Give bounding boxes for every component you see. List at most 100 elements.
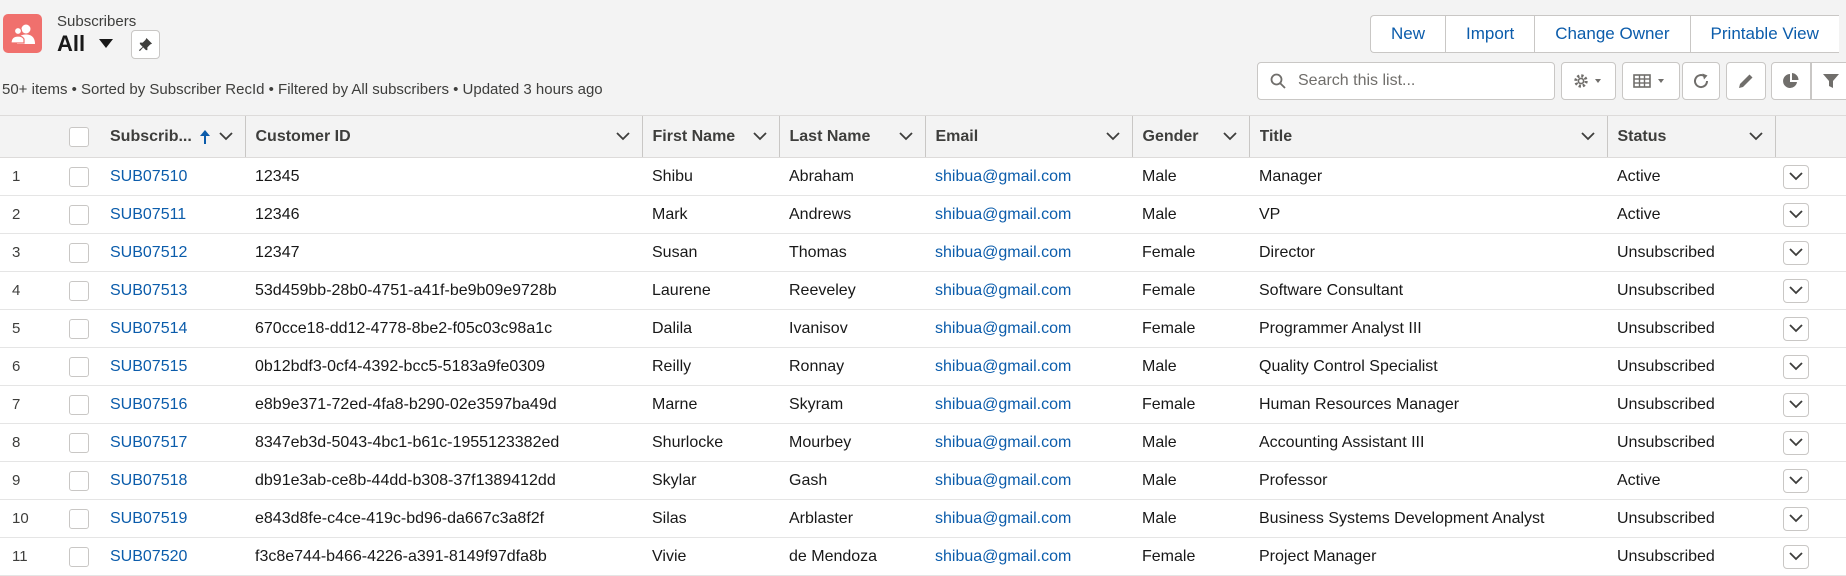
column-header-first-name[interactable]: First Name xyxy=(642,116,780,158)
subscriber-link[interactable]: SUB07512 xyxy=(100,233,245,272)
row-checkbox[interactable] xyxy=(69,432,89,453)
row-actions-cell xyxy=(1775,157,1846,196)
change-owner-button[interactable]: Change Owner xyxy=(1535,16,1691,52)
refresh-button[interactable] xyxy=(1682,62,1720,100)
column-header-gender[interactable]: Gender xyxy=(1132,116,1250,158)
column-header-customer-id[interactable]: Customer ID xyxy=(245,116,643,158)
list-view-selector[interactable]: All xyxy=(57,31,114,57)
row-actions-cell xyxy=(1775,385,1846,424)
chevron-down-icon xyxy=(752,132,767,141)
last-name-cell: Skyram xyxy=(779,385,925,424)
customer-id-cell: 0b12bdf3-0cf4-4392-bcc5-5183a9fe0309 xyxy=(245,347,642,386)
row-checkbox[interactable] xyxy=(69,356,89,377)
row-actions-button[interactable] xyxy=(1783,468,1809,493)
email-link[interactable]: shibua@gmail.com xyxy=(925,461,1132,500)
column-header-email[interactable]: Email xyxy=(925,116,1133,158)
list-settings-button[interactable] xyxy=(1561,62,1616,100)
email-link[interactable]: shibua@gmail.com xyxy=(925,347,1132,386)
title-cell: VP xyxy=(1249,195,1607,234)
column-header-last-name[interactable]: Last Name xyxy=(779,116,926,158)
row-checkbox[interactable] xyxy=(69,546,89,567)
import-button[interactable]: Import xyxy=(1446,16,1536,52)
customer-id-cell: 12347 xyxy=(245,233,642,272)
email-link[interactable]: shibua@gmail.com xyxy=(925,195,1132,234)
filter-button[interactable] xyxy=(1811,62,1846,100)
last-name-cell: Mourbey xyxy=(779,423,925,462)
chevron-down-icon xyxy=(1580,132,1595,141)
customer-id-cell: 12346 xyxy=(245,195,642,234)
column-header-title[interactable]: Title xyxy=(1249,116,1608,158)
chevron-down-icon xyxy=(1789,476,1803,485)
row-number: 11 xyxy=(0,537,55,576)
display-as-button[interactable] xyxy=(1622,62,1680,100)
email-link[interactable]: shibua@gmail.com xyxy=(925,537,1132,576)
table-row: 10 SUB07519 e843d8fe-c4ce-419c-bd96-da667c… xyxy=(0,499,1846,538)
subscriber-link[interactable]: SUB07518 xyxy=(100,461,245,500)
row-actions-button[interactable] xyxy=(1783,164,1809,189)
email-link[interactable]: shibua@gmail.com xyxy=(925,385,1132,424)
title-cell: Manager xyxy=(1249,157,1607,196)
row-checkbox-cell xyxy=(55,157,100,196)
email-link[interactable]: shibua@gmail.com xyxy=(925,423,1132,462)
new-button[interactable]: New xyxy=(1371,16,1447,52)
row-actions-button[interactable] xyxy=(1783,506,1809,531)
last-name-cell: Andrews xyxy=(779,195,925,234)
row-actions-cell xyxy=(1775,499,1846,538)
pin-button[interactable] xyxy=(131,30,160,59)
first-name-cell: Silas xyxy=(642,499,779,538)
customer-id-cell: db91e3ab-ce8b-44dd-b308-37f1389412dd xyxy=(245,461,642,500)
row-checkbox-cell xyxy=(55,499,100,538)
row-number: 1 xyxy=(0,157,55,196)
row-checkbox[interactable] xyxy=(69,204,89,225)
printable-view-button[interactable]: Printable View xyxy=(1691,16,1839,52)
chevron-down-icon xyxy=(898,132,913,141)
list-view: Subscribers All 50+ items • Sorted by Su… xyxy=(0,0,1846,576)
gender-cell: Female xyxy=(1132,271,1249,310)
subscriber-link[interactable]: SUB07516 xyxy=(100,385,245,424)
subscriber-link[interactable]: SUB07520 xyxy=(100,537,245,576)
customer-id-cell: e8b9e371-72ed-4fa8-b290-02e3597ba49d xyxy=(245,385,642,424)
search-input[interactable] xyxy=(1296,71,1536,91)
row-actions-button[interactable] xyxy=(1783,316,1809,341)
column-header-subscriber[interactable]: Subscrib... xyxy=(100,116,246,158)
column-header-status[interactable]: Status xyxy=(1607,116,1776,158)
row-actions-button[interactable] xyxy=(1783,544,1809,569)
table-row: 6 SUB07515 0b12bdf3-0cf4-4392-bcc5-5183a9f… xyxy=(0,347,1846,386)
row-actions-button[interactable] xyxy=(1783,240,1809,265)
row-actions-button[interactable] xyxy=(1783,392,1809,417)
row-checkbox[interactable] xyxy=(69,318,89,339)
row-checkbox[interactable] xyxy=(69,280,89,301)
email-link[interactable]: shibua@gmail.com xyxy=(925,499,1132,538)
subscriber-link[interactable]: SUB07517 xyxy=(100,423,245,462)
row-number: 2 xyxy=(0,195,55,234)
action-button-group: New Import Change Owner Printable View xyxy=(1370,15,1839,53)
row-actions-button[interactable] xyxy=(1783,278,1809,303)
subscriber-link[interactable]: SUB07511 xyxy=(100,195,245,234)
subscriber-link[interactable]: SUB07519 xyxy=(100,499,245,538)
email-link[interactable]: shibua@gmail.com xyxy=(925,157,1132,196)
row-actions-button[interactable] xyxy=(1783,354,1809,379)
email-link[interactable]: shibua@gmail.com xyxy=(925,271,1132,310)
row-checkbox[interactable] xyxy=(69,470,89,491)
select-all-checkbox[interactable] xyxy=(69,126,89,147)
view-name: All xyxy=(57,31,86,56)
edit-icon xyxy=(1739,74,1753,88)
chevron-down-icon xyxy=(1789,286,1803,295)
row-checkbox[interactable] xyxy=(69,508,89,529)
subscriber-link[interactable]: SUB07510 xyxy=(100,157,245,196)
email-link[interactable]: shibua@gmail.com xyxy=(925,309,1132,348)
first-name-cell: Skylar xyxy=(642,461,779,500)
last-name-cell: Abraham xyxy=(779,157,925,196)
inline-edit-button[interactable] xyxy=(1726,62,1766,100)
row-actions-button[interactable] xyxy=(1783,430,1809,455)
subscriber-link[interactable]: SUB07515 xyxy=(100,347,245,386)
subscriber-link[interactable]: SUB07514 xyxy=(100,309,245,348)
email-link[interactable]: shibua@gmail.com xyxy=(925,233,1132,272)
title-cell: Software Consultant xyxy=(1249,271,1607,310)
row-checkbox[interactable] xyxy=(69,166,89,187)
row-checkbox[interactable] xyxy=(69,242,89,263)
charts-button[interactable] xyxy=(1771,62,1811,100)
row-checkbox[interactable] xyxy=(69,394,89,415)
row-actions-button[interactable] xyxy=(1783,202,1809,227)
subscriber-link[interactable]: SUB07513 xyxy=(100,271,245,310)
